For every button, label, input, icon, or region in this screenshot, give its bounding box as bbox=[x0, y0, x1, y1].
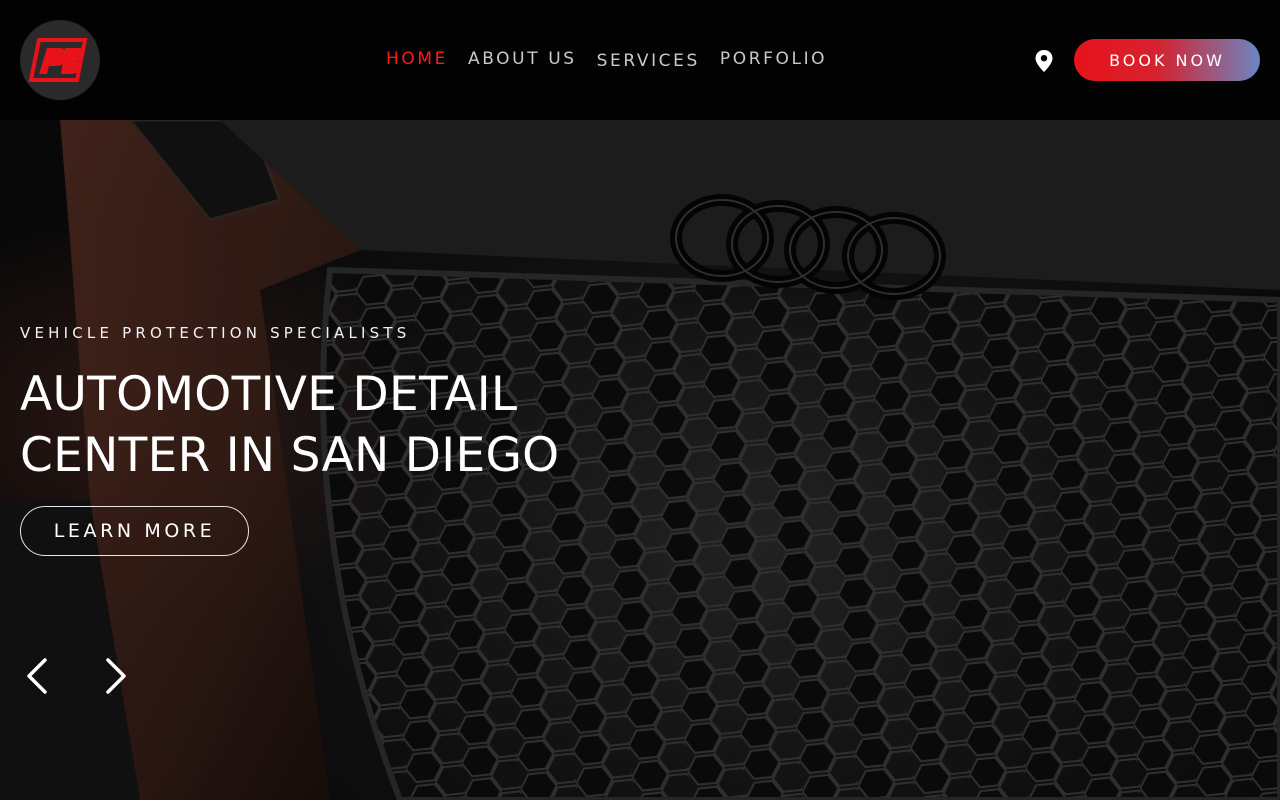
main-nav: HOME ABOUT US SERVICES PORFOLIO bbox=[376, 0, 837, 120]
map-pin-icon[interactable] bbox=[1034, 50, 1054, 72]
nav-home[interactable]: HOME bbox=[376, 49, 458, 69]
hero-headline: AUTOMOTIVE DETAIL CENTER IN SAN DIEGO bbox=[20, 364, 640, 486]
hero-headline-line-2: CENTER IN SAN DIEGO bbox=[20, 428, 560, 483]
nav-about-us[interactable]: ABOUT US bbox=[458, 49, 587, 69]
hero-headline-line-1: AUTOMOTIVE DETAIL bbox=[20, 367, 518, 422]
chevron-right-icon bbox=[106, 658, 126, 694]
hero-slider: VEHICLE PROTECTION SPECIALISTS AUTOMOTIV… bbox=[0, 120, 1280, 800]
learn-more-button[interactable]: LEARN MORE bbox=[20, 506, 249, 556]
hero-eyebrow: VEHICLE PROTECTION SPECIALISTS bbox=[20, 324, 411, 342]
nav-services[interactable]: SERVICES bbox=[587, 51, 710, 71]
slider-next-button[interactable] bbox=[99, 656, 133, 696]
slider-prev-button[interactable] bbox=[20, 656, 54, 696]
chevron-left-icon bbox=[27, 658, 47, 694]
site-header: HOME ABOUT US SERVICES PORFOLIO BOOK NOW bbox=[0, 0, 1280, 120]
brand-logo-icon bbox=[28, 38, 88, 82]
book-now-button[interactable]: BOOK NOW bbox=[1074, 39, 1260, 81]
brand-logo[interactable] bbox=[20, 20, 100, 100]
nav-portfolio[interactable]: PORFOLIO bbox=[710, 49, 837, 69]
